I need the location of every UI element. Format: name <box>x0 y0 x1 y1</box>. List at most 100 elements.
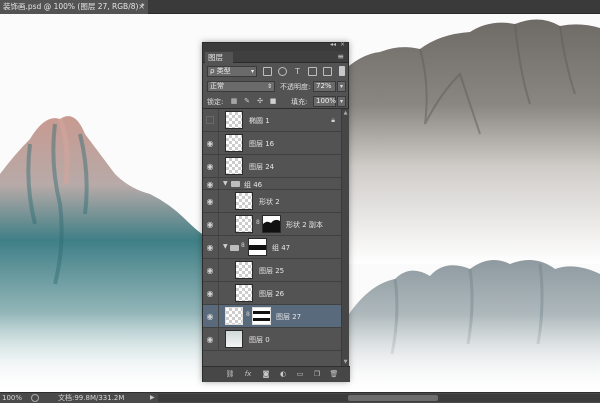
eye-icon[interactable]: ◉ <box>205 139 215 148</box>
panel-menu-icon[interactable]: ≡ <box>337 52 344 61</box>
panel-title-bar[interactable]: ◂◂ × <box>203 41 348 51</box>
tab-layers[interactable]: 图层 <box>205 52 233 63</box>
opacity-input[interactable]: 72% <box>313 81 336 92</box>
chevron-down-icon: ⇕ <box>266 83 272 90</box>
layer-name: 形状 2 副本 <box>286 221 323 229</box>
layer-thumbnail <box>225 111 243 129</box>
layer-row[interactable]: ◉ 图层 25 <box>203 259 341 282</box>
scroll-up-icon[interactable]: ▲ <box>342 109 349 117</box>
share-icon[interactable] <box>31 394 39 402</box>
shape-filter-icon[interactable] <box>308 67 317 76</box>
layer-row[interactable]: ◉ 8 形状 2 副本 <box>203 213 341 236</box>
blend-mode-value: 正常 <box>210 82 224 90</box>
disclosure-triangle-icon[interactable]: ▼ <box>223 180 228 187</box>
chevron-down-icon[interactable]: ▾ <box>337 96 346 107</box>
adjustment-layer-icon[interactable]: ◐ <box>278 370 288 379</box>
disclosure-triangle-icon[interactable]: ▼ <box>223 243 228 250</box>
blend-mode-select[interactable]: 正常 ⇕ <box>207 81 275 92</box>
new-layer-icon[interactable]: ❐ <box>312 370 322 379</box>
chevron-down-icon[interactable]: ▾ <box>337 81 346 92</box>
zoom-level[interactable]: 100% <box>2 393 22 403</box>
layer-thumbnail <box>235 261 253 279</box>
panel-footer: ⛓︎ fx ◙ ◐ ▭ ❐ 🗑︎ <box>203 366 350 382</box>
folder-icon <box>230 245 239 251</box>
folder-icon <box>231 181 240 187</box>
close-icon[interactable]: × <box>340 41 345 48</box>
layer-name: 椭圆 1 <box>249 117 270 125</box>
lock-icon: 🔒︎ <box>331 116 335 124</box>
visibility-toggle[interactable] <box>206 116 214 124</box>
link-icon[interactable]: 8 <box>241 242 245 249</box>
eye-icon[interactable]: ◉ <box>205 289 215 298</box>
lock-position-icon[interactable]: ✣ <box>256 97 264 105</box>
link-icon[interactable]: ⛓︎ <box>225 370 235 379</box>
layer-mask-thumbnail[interactable] <box>252 307 271 325</box>
document-info: 文档:99.8M/331.2M <box>58 394 125 402</box>
blend-row: 正常 ⇕ 不透明度: 72% ▾ <box>203 79 348 94</box>
filter-toggle[interactable] <box>339 66 345 76</box>
adjustment-filter-icon[interactable] <box>278 67 287 76</box>
eye-icon[interactable]: ◉ <box>205 220 215 229</box>
group-row[interactable]: ◉ ▼ 8 组 47 <box>203 236 341 259</box>
scroll-down-icon[interactable]: ▼ <box>342 358 349 366</box>
pixel-filter-icon[interactable] <box>263 67 272 76</box>
layer-thumbnail <box>225 330 243 348</box>
mask-shape <box>253 311 270 321</box>
fill-input[interactable]: 100% <box>313 96 336 107</box>
layer-name: 图层 0 <box>249 336 270 344</box>
new-group-icon[interactable]: ▭ <box>295 370 305 379</box>
document-tab[interactable]: 装饰画.psd @ 100% (图层 27, RGB/8) * × <box>0 0 148 14</box>
lock-all-icon[interactable]: ■ <box>269 97 277 105</box>
layer-row[interactable]: ◉ 形状 2 <box>203 190 341 213</box>
layer-row[interactable]: ◉ 图层 24 <box>203 155 341 178</box>
type-filter-icon[interactable]: T <box>293 67 302 76</box>
filter-kind-label: ρ 类型 <box>210 67 231 75</box>
eye-icon[interactable]: ◉ <box>205 335 215 344</box>
layer-mask-thumbnail[interactable] <box>262 215 281 233</box>
layer-row[interactable]: ◉ 图层 26 <box>203 282 341 305</box>
lock-row: 锁定: ▦ ✎ ✣ ■ 填充: 100% ▾ <box>203 94 348 109</box>
layer-row[interactable]: ◉ 图层 16 <box>203 132 341 155</box>
filter-kind-select[interactable]: ρ 类型 ▾ <box>207 66 257 77</box>
layer-row[interactable]: ◉ 图层 0 <box>203 328 341 351</box>
layer-name: 图层 27 <box>276 313 302 321</box>
layer-thumbnail <box>225 307 243 325</box>
eye-icon[interactable]: ◉ <box>205 243 215 252</box>
layer-list: 椭圆 1 🔒︎ ◉ 图层 16 ◉ 图层 24 ◉ ▼ 组 46 ◉ 形状 2 … <box>203 109 341 366</box>
panel-tab-row: 图层 ≡ <box>203 51 348 63</box>
lock-transparency-icon[interactable]: ▦ <box>230 97 238 105</box>
collapse-icon[interactable]: ◂◂ <box>330 41 336 48</box>
status-menu-arrow[interactable]: ▶ <box>150 393 155 403</box>
layer-name: 图层 26 <box>259 290 285 298</box>
eye-icon[interactable]: ◉ <box>205 180 215 189</box>
document-tab-title: 装饰画.psd @ 100% (图层 27, RGB/8) * <box>3 2 145 11</box>
eye-icon[interactable]: ◉ <box>205 162 215 171</box>
smart-object-filter-icon[interactable] <box>323 67 332 76</box>
layer-thumbnail <box>235 284 253 302</box>
horizontal-scrollbar[interactable] <box>158 394 600 402</box>
layers-scrollbar[interactable]: ▲ ▼ <box>341 109 349 366</box>
layer-name: 图层 25 <box>259 267 285 275</box>
link-icon[interactable]: 8 <box>246 311 250 318</box>
chevron-down-icon: ▾ <box>250 68 254 75</box>
eye-icon[interactable]: ◉ <box>205 197 215 206</box>
layer-name: 形状 2 <box>259 198 280 206</box>
delete-layer-icon[interactable]: 🗑︎ <box>329 370 339 379</box>
add-mask-icon[interactable]: ◙ <box>261 370 271 379</box>
layer-row[interactable]: 椭圆 1 🔒︎ <box>203 109 341 132</box>
scrollbar-thumb[interactable] <box>348 395 438 401</box>
mask-shape <box>249 245 266 250</box>
group-mask-thumbnail[interactable] <box>248 238 267 256</box>
mask-shape <box>263 219 280 232</box>
layer-thumbnail <box>235 215 253 233</box>
group-row[interactable]: ◉ ▼ 组 46 <box>203 178 341 190</box>
eye-icon[interactable]: ◉ <box>205 266 215 275</box>
link-icon[interactable]: 8 <box>256 219 260 226</box>
filter-row: ρ 类型 ▾ T <box>203 63 348 79</box>
lock-image-icon[interactable]: ✎ <box>243 97 251 105</box>
layer-row-selected[interactable]: ◉ 8 图层 27 <box>203 305 341 328</box>
status-bar: 100% 文档:99.8M/331.2M ▶ <box>0 392 600 403</box>
eye-icon[interactable]: ◉ <box>205 312 215 321</box>
close-icon[interactable]: × <box>138 0 145 14</box>
fx-icon[interactable]: fx <box>243 370 253 379</box>
